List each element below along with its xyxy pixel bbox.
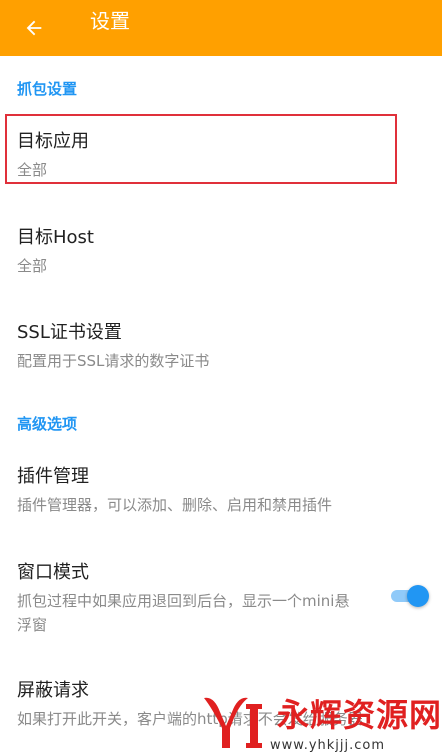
app-bar: 设置 (0, 0, 442, 56)
pref-title: 窗口模式 (17, 562, 89, 583)
pref-plugins[interactable]: 插件管理 插件管理器，可以添加、删除、启用和禁用插件 (0, 450, 442, 530)
pref-target-host[interactable]: 目标Host 全部 (0, 210, 442, 280)
page-title: 设置 (90, 9, 130, 33)
watermark: 永辉资源网 www.yhkjjj.com (180, 690, 442, 756)
watermark-text: 永辉资源网 (277, 696, 442, 734)
pref-summary: 全部 (17, 257, 48, 275)
switch-thumb (407, 585, 429, 607)
section-header-advanced: 高级选项 (17, 415, 78, 433)
back-button[interactable] (22, 16, 46, 40)
watermark-logo-icon (204, 697, 262, 748)
pref-title: SSL证书设置 (17, 322, 122, 343)
section-header-capture: 抓包设置 (17, 80, 78, 98)
pref-summary: 配置用于SSL请求的数字证书 (17, 352, 210, 370)
pref-window-mode[interactable]: 窗口模式 抓包过程中如果应用退回到后台，显示一个mini悬浮窗 (0, 546, 442, 646)
pref-summary: 插件管理器，可以添加、删除、启用和禁用插件 (17, 496, 333, 514)
pref-summary: 全部 (17, 161, 48, 179)
pref-ssl[interactable]: SSL证书设置 配置用于SSL请求的数字证书 (0, 306, 442, 376)
pref-title: 屏蔽请求 (17, 680, 89, 701)
arrow-left-icon (26, 20, 42, 36)
pref-title: 插件管理 (17, 466, 89, 487)
pref-title: 目标应用 (17, 131, 89, 152)
watermark-url: www.yhkjjj.com (270, 738, 386, 753)
pref-summary: 抓包过程中如果应用退回到后台，显示一个mini悬浮窗 (17, 592, 350, 634)
pref-title: 目标Host (17, 227, 94, 248)
window-mode-switch[interactable] (391, 585, 429, 607)
pref-target-app[interactable]: 目标应用 全部 (0, 114, 442, 184)
